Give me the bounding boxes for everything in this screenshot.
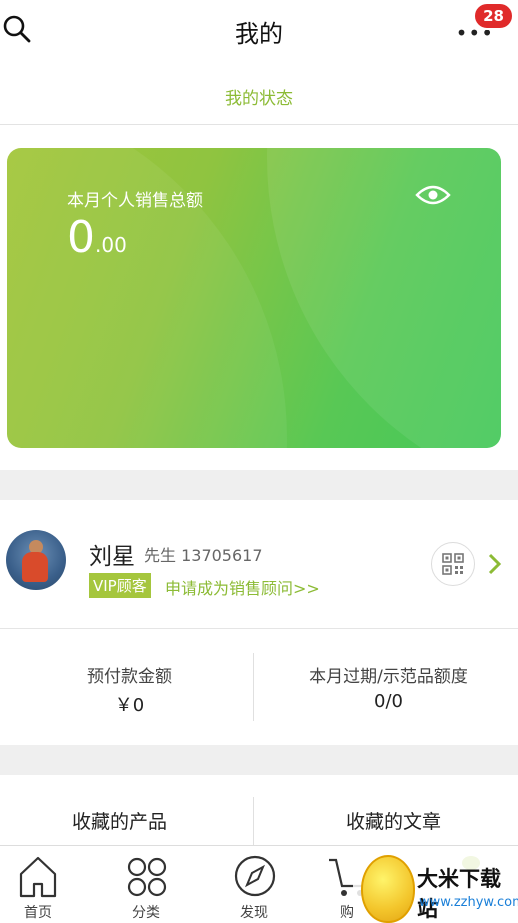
card-decoration xyxy=(267,148,501,448)
tab-category[interactable]: 分类 xyxy=(92,846,200,923)
eye-icon[interactable] xyxy=(415,184,451,206)
favorites-section: 收藏的产品 收藏的文章 xyxy=(0,775,518,845)
qr-code-button[interactable] xyxy=(431,542,475,586)
tab-discover[interactable]: 发现 xyxy=(200,846,308,923)
page-title: 我的 xyxy=(235,20,283,48)
sales-card-section: 本月个人销售总额 0.00 xyxy=(0,125,518,470)
stat-label: 预付款金额 xyxy=(87,667,172,687)
user-name: 刘星 xyxy=(89,544,135,570)
tab-label: 分类 xyxy=(132,905,160,921)
top-bar: 我的 ••• 28 xyxy=(0,0,518,64)
tab-my-status[interactable]: 我的状态 xyxy=(0,84,518,109)
divider xyxy=(253,653,254,721)
more-menu-button[interactable]: ••• 28 xyxy=(456,2,514,46)
watermark-url: www.zzhyw.com xyxy=(419,895,518,910)
sales-card: 本月个人销售总额 0.00 xyxy=(7,148,501,448)
account-stats: 预付款金额 ￥0 本月过期/示范品额度 0/0 xyxy=(0,629,518,745)
sales-amount-int: 0 xyxy=(67,212,95,263)
chevron-right-icon[interactable] xyxy=(486,552,502,576)
home-icon xyxy=(19,856,57,898)
section-divider xyxy=(0,745,518,775)
mascot-logo xyxy=(361,855,415,923)
status-tab-bar: 我的状态 xyxy=(0,64,518,125)
tab-home[interactable]: 首页 xyxy=(0,846,92,923)
avatar-shirt xyxy=(22,552,48,582)
stat-value: 0/0 xyxy=(374,691,403,712)
sample-quota-stat[interactable]: 本月过期/示范品额度 0/0 xyxy=(259,629,518,745)
favorite-products-button[interactable]: 收藏的产品 xyxy=(0,807,249,834)
apply-consultant-link[interactable]: 申请成为销售顾问>> xyxy=(165,575,320,599)
compass-icon xyxy=(234,855,276,897)
profile-section[interactable]: 刘星 先生 13705617 VIP顾客 申请成为销售顾问>> xyxy=(0,500,518,629)
watermark-brand: 大米下载站 xyxy=(417,867,501,921)
sales-label: 本月个人销售总额 xyxy=(67,191,203,211)
notification-badge: 28 xyxy=(473,2,514,30)
stat-label: 本月过期/示范品额度 xyxy=(309,667,468,687)
user-title-phone: 先生 13705617 xyxy=(144,546,263,565)
tab-label: 首页 xyxy=(24,905,52,921)
avatar[interactable] xyxy=(6,530,66,590)
watermark: 大米下载站 www.zzhyw.com xyxy=(353,853,518,923)
divider xyxy=(253,797,254,845)
sales-amount: 0.00 xyxy=(67,212,127,263)
stat-value: ￥0 xyxy=(114,695,145,716)
prepaid-stat[interactable]: 预付款金额 ￥0 xyxy=(0,629,259,745)
section-divider xyxy=(0,470,518,500)
tab-label: 发现 xyxy=(240,905,268,921)
favorite-articles-button[interactable]: 收藏的文章 xyxy=(264,807,518,834)
category-icon xyxy=(127,857,167,897)
sales-amount-dec: .00 xyxy=(95,233,127,257)
vip-badge: VIP顾客 xyxy=(89,573,151,598)
qr-code-icon xyxy=(442,553,464,575)
